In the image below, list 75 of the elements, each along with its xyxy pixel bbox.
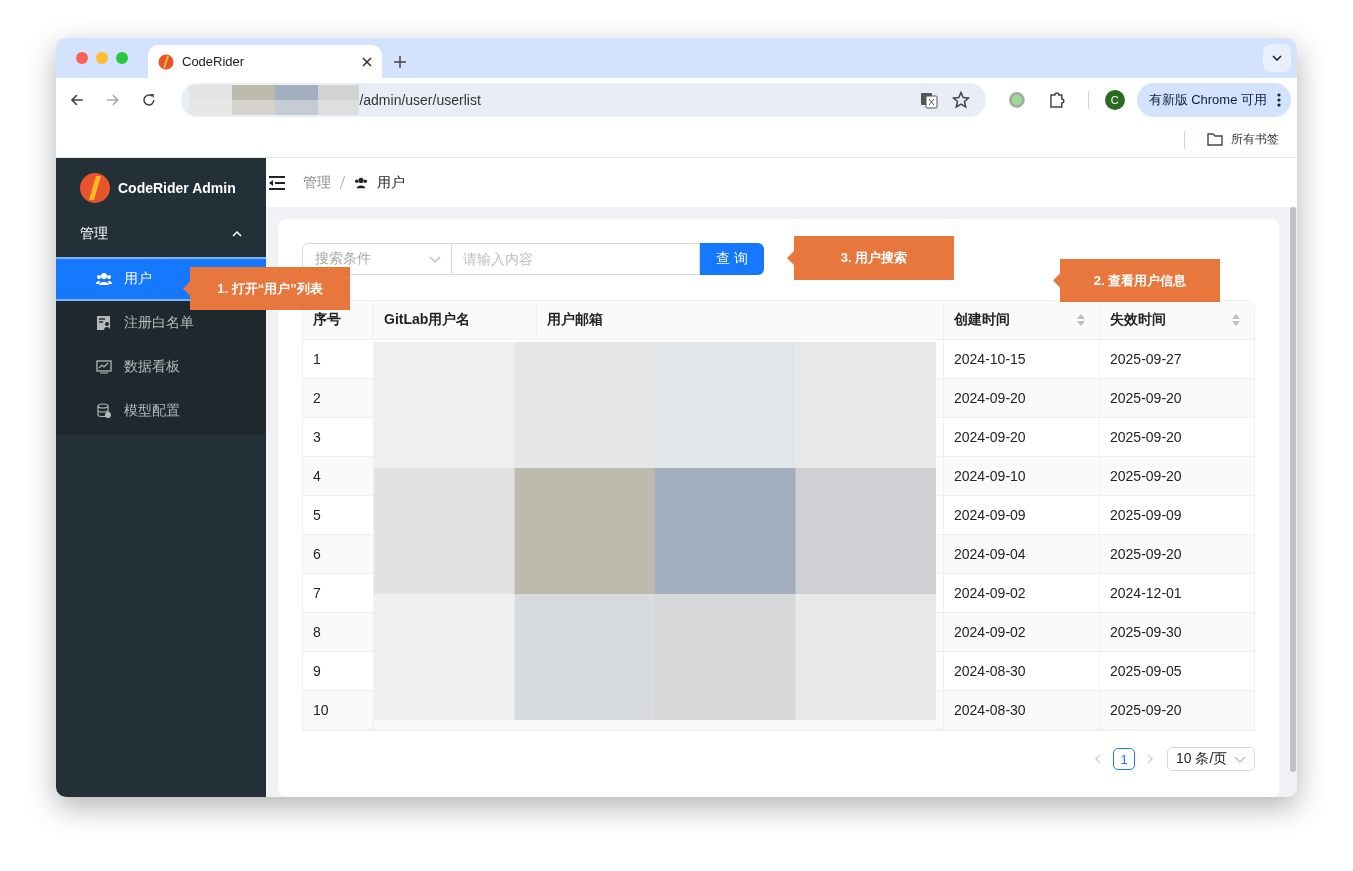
table-cell: 2024-09-10	[944, 457, 1100, 495]
search-button[interactable]: 查 询	[700, 243, 764, 275]
table-cell: 2024-10-15	[944, 340, 1100, 378]
url-text: /admin/user/userlist	[359, 92, 481, 108]
table-cell: 2024-08-30	[944, 652, 1100, 690]
sidebar-item[interactable]: 数据看板	[56, 345, 266, 389]
sort-icon[interactable]	[1077, 314, 1085, 326]
back-icon[interactable]	[70, 93, 84, 107]
folder-icon	[1207, 133, 1223, 146]
table-cell-text: 2025-09-20	[1109, 467, 1183, 486]
database-icon	[96, 403, 112, 419]
breadcrumb-item: 用户	[377, 173, 405, 192]
step-tooltip: 2. 查看用户信息	[1053, 259, 1220, 302]
translate-icon[interactable]	[920, 91, 939, 109]
step-tooltip: 3. 用户搜索	[787, 236, 954, 280]
monitor-icon	[96, 359, 112, 375]
table-cell-text: 2025-09-20	[1109, 701, 1183, 720]
table-cell: 2024-09-02	[944, 574, 1100, 612]
new-tab-icon[interactable]	[394, 56, 406, 68]
tab-title: CodeRider	[182, 54, 246, 69]
users-icon	[96, 272, 112, 286]
table-cell-text: 2025-09-20	[1109, 428, 1183, 447]
table-cell: 2024-09-20	[944, 418, 1100, 456]
more-icon	[1277, 93, 1281, 107]
address-bar[interactable]: /admin/user/userlist	[181, 83, 987, 117]
column-header: 用户邮箱	[537, 301, 944, 339]
update-chrome-button[interactable]: 有新版 Chrome 可用	[1136, 83, 1291, 117]
column-header: GitLab用户名	[374, 301, 537, 339]
collapse-menu-icon[interactable]	[268, 175, 286, 190]
document-user-icon	[96, 315, 112, 331]
table-cell-text: 2025-09-09	[1109, 506, 1183, 525]
users-icon	[354, 176, 368, 189]
table-cell-text: 2025-09-30	[1109, 623, 1183, 642]
bookmark-star-icon[interactable]	[952, 91, 971, 109]
page-size-select[interactable]: 10 条/页	[1167, 747, 1255, 771]
search-input[interactable]: 请输入内容	[452, 243, 700, 275]
extensions-icon[interactable]	[1048, 91, 1066, 109]
table-cell-text: 2025-09-20	[1109, 389, 1183, 408]
profile-avatar[interactable]: C	[1104, 90, 1125, 110]
reload-icon[interactable]	[141, 93, 156, 107]
minimize-window-button[interactable]	[96, 52, 108, 64]
table-cell: 2024-09-09	[944, 496, 1100, 534]
page-button[interactable]: 1	[1113, 748, 1135, 770]
close-icon[interactable]	[362, 56, 372, 67]
table-cell-text: 2025-09-20	[1109, 545, 1183, 564]
maximize-window-button[interactable]	[116, 52, 128, 64]
table-cell: 2024-09-02	[944, 613, 1100, 651]
brand-name: CodeRider Admin	[118, 180, 236, 196]
browser-tab[interactable]: CodeRider	[148, 45, 382, 78]
column-header: 失效时间	[1100, 301, 1254, 339]
forward-icon[interactable]	[105, 93, 120, 107]
breadcrumb-item[interactable]: 管理	[303, 173, 331, 192]
extension-status-icon[interactable]	[1008, 91, 1027, 109]
table-cell: 2024-09-20	[944, 379, 1100, 417]
logo-icon	[158, 53, 174, 70]
table-cell-text: 2025-09-05	[1109, 662, 1183, 681]
previous-page-icon[interactable]	[1095, 754, 1101, 764]
close-window-button[interactable]	[76, 52, 88, 64]
next-page-icon[interactable]	[1147, 754, 1153, 764]
chevron-down-icon	[1272, 55, 1282, 61]
table-cell: 2024-09-04	[944, 535, 1100, 573]
caret-icon	[232, 231, 242, 237]
logo-icon	[80, 173, 110, 203]
scrollbar-thumb[interactable]	[1290, 207, 1296, 772]
sidebar-item[interactable]: 模型配置	[56, 389, 266, 433]
table-cell-text: 2024-12-01	[1109, 584, 1183, 603]
chevron-down-icon	[1234, 755, 1246, 763]
table-cell: 2024-08-30	[944, 691, 1100, 729]
menu-group[interactable]: 管理	[56, 218, 266, 250]
step-tooltip: 1. 打开“用户”列表	[183, 267, 350, 310]
all-bookmarks-button[interactable]: 所有书签	[1201, 130, 1285, 149]
tab-search-button[interactable]	[1263, 44, 1291, 72]
chevron-down-icon	[429, 255, 441, 263]
sort-icon[interactable]	[1232, 314, 1240, 326]
table-cell-text: 2025-09-27	[1109, 350, 1183, 369]
